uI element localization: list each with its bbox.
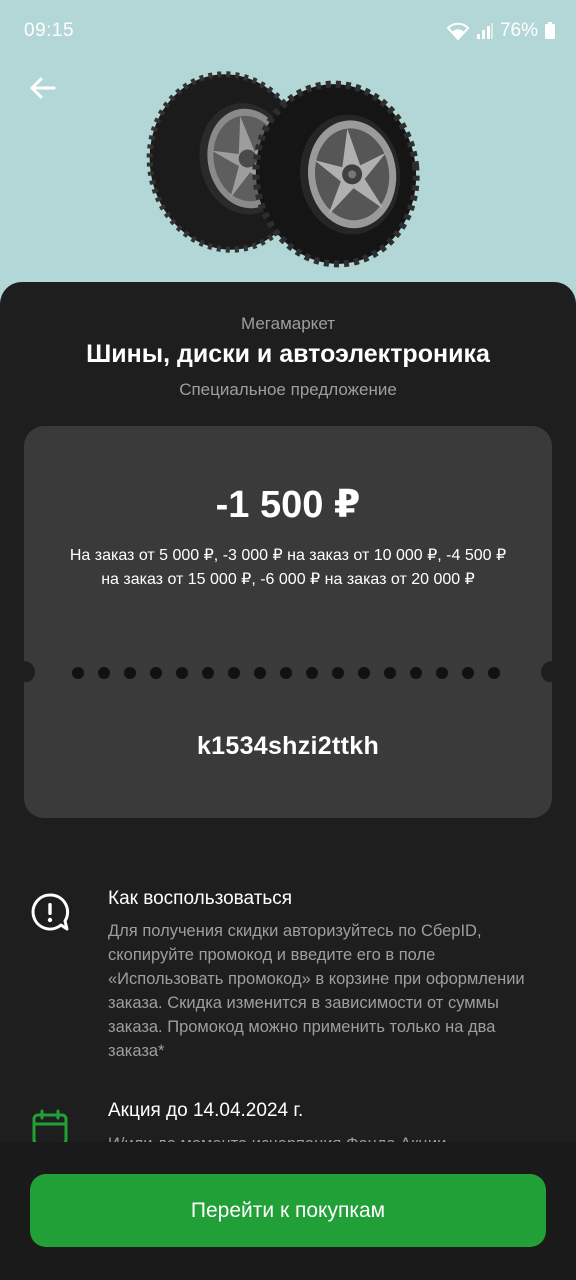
signal-icon xyxy=(476,22,494,40)
tires-image xyxy=(140,62,440,272)
wifi-icon xyxy=(446,22,470,40)
merchant-name: Мегамаркет xyxy=(241,314,335,333)
bottom-bar: Перейти к покупкам xyxy=(0,1142,576,1280)
how-to-title: Как воспользоваться xyxy=(108,888,293,909)
status-icons: 76% xyxy=(446,20,556,42)
offer-sheet: Мегамаркет Шины, диски и автоэлектроника… xyxy=(0,282,576,1280)
status-time: 09:15 xyxy=(24,20,75,41)
back-button[interactable] xyxy=(22,70,62,110)
discount-conditions: На заказ от 5 000 ₽, -3 000 ₽ на заказ о… xyxy=(69,547,507,588)
arrow-left-icon xyxy=(28,76,56,105)
status-bar: 09:15 76% xyxy=(0,0,576,64)
validity-title: Акция до 14.04.2024 г. xyxy=(108,1100,304,1121)
battery-icon xyxy=(544,22,556,40)
promo-code-card[interactable]: k1534shzi2ttkh xyxy=(24,682,552,818)
offer-title: Шины, диски и автоэлектроника xyxy=(86,340,490,368)
info-bubble-icon xyxy=(30,892,70,932)
promo-code[interactable]: k1534shzi2ttkh xyxy=(24,732,552,761)
discount-amount: -1 500 ₽ xyxy=(215,484,361,526)
go-shopping-button[interactable]: Перейти к покупкам xyxy=(30,1174,546,1247)
battery-percent: 76% xyxy=(499,20,538,41)
coupon-card: -1 500 ₽ На заказ от 5 000 ₽, -3 000 ₽ н… xyxy=(24,426,552,672)
offer-subtitle: Специальное предложение xyxy=(179,380,397,399)
how-to-text: Для получения скидки авторизуйтесь по Сб… xyxy=(108,922,525,1060)
coupon-perforation xyxy=(72,666,504,679)
